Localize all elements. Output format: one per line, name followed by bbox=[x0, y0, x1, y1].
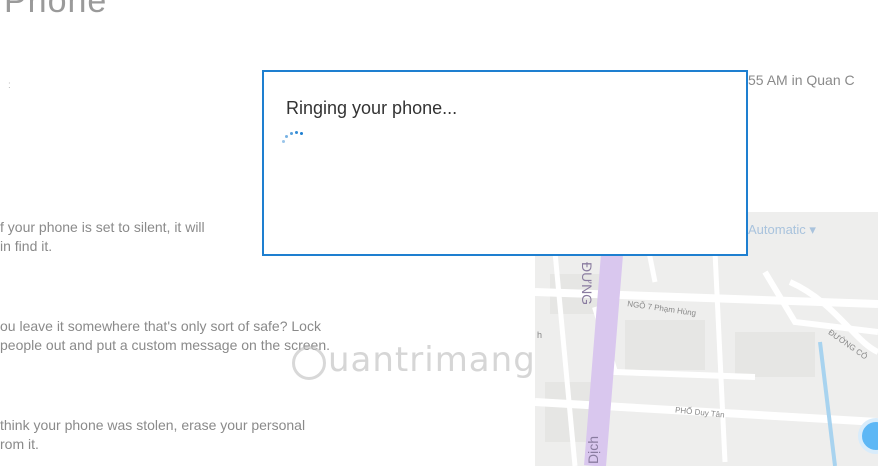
dialog-title: Ringing your phone... bbox=[286, 98, 458, 118]
map-label-dich: Dịch bbox=[585, 435, 601, 464]
erase-description: think your phone was stolen, erase your … bbox=[0, 417, 306, 452]
small-mark: : bbox=[8, 80, 11, 91]
progress-spinner-icon bbox=[282, 128, 306, 152]
map-label-dung: ĐƯNG bbox=[579, 262, 595, 306]
page-title: Phone bbox=[4, 0, 108, 20]
ringing-dialog: Ringing your phone... bbox=[262, 70, 748, 256]
watermark-text: uantrimang bbox=[328, 340, 536, 380]
map-mode-dropdown[interactable]: Automatic ▾ bbox=[748, 222, 816, 238]
location-timestamp: 55 AM in Quan C bbox=[748, 72, 855, 88]
map-label-h: h bbox=[537, 330, 543, 340]
